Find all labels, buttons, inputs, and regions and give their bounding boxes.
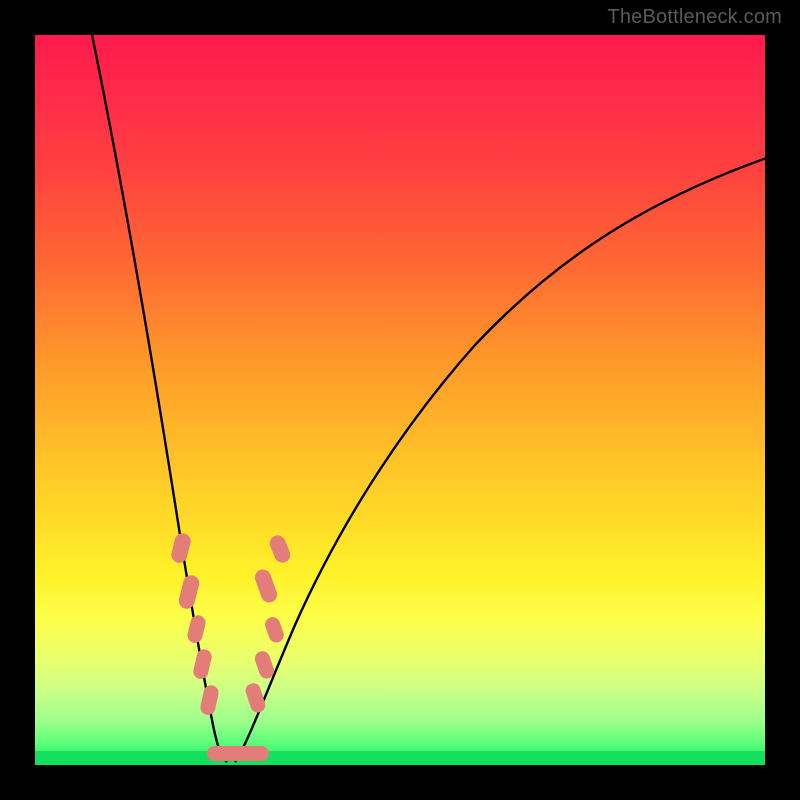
watermark-text: TheBottleneck.com [607, 6, 782, 29]
plot-area [35, 35, 765, 765]
markers-left [170, 532, 220, 717]
markers-bottom [207, 746, 269, 761]
outer-frame: TheBottleneck.com [0, 0, 800, 800]
curve-right-branch [235, 155, 765, 762]
curve-layer [35, 35, 765, 765]
